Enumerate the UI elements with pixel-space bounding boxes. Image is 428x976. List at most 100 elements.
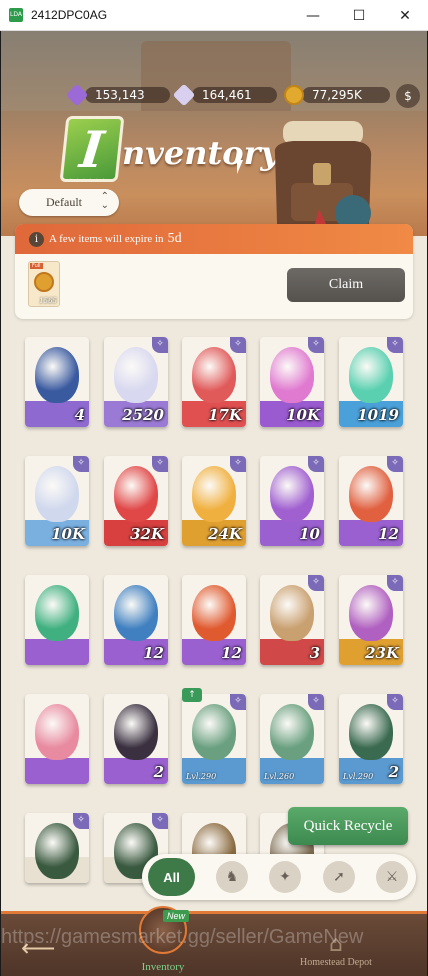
faction-badge-icon: ✧ (73, 456, 89, 472)
hero-portrait-pink-icon (35, 704, 79, 760)
full-tag: Full (30, 263, 43, 269)
item-count: 12 (143, 644, 164, 662)
red-potion-icon (114, 466, 158, 522)
money-bag-icon[interactable]: $ (396, 84, 420, 108)
card-rarity-base (25, 639, 89, 665)
item-count: 10 (299, 525, 320, 543)
faction-badge-icon: ✧ (152, 456, 168, 472)
title-badge: I (59, 116, 125, 182)
purple-emblem-icon (270, 466, 314, 522)
close-button[interactable]: ✕ (382, 0, 428, 31)
item-scroll[interactable]: ✧ 3 (260, 575, 324, 665)
boots-1-icon (192, 704, 236, 760)
item-red-crystal[interactable]: ✧ 17K (182, 337, 246, 427)
item-yellow-potion[interactable]: ✧ 24K (182, 456, 246, 546)
tea-cup-icon (35, 347, 79, 403)
faction-badge-icon: ✧ (152, 813, 168, 829)
new-badge: New (163, 910, 190, 922)
sort-dropdown[interactable]: Default ⌃ ⌄ (19, 189, 119, 216)
quick-recycle-button[interactable]: Quick Recycle (288, 807, 408, 845)
card-rarity-base (25, 758, 89, 784)
item-boots-1[interactable]: ✧ Lvl.290 (182, 694, 246, 784)
info-icon[interactable]: i (29, 231, 44, 247)
flame-emblem-icon (192, 585, 236, 641)
item-purple-emblem[interactable]: ✧ 10 (260, 456, 324, 546)
sword-icon[interactable]: ⚔ (376, 861, 408, 893)
item-red-potion[interactable]: ✧ 32K (104, 456, 168, 546)
page-title: nventory (122, 134, 280, 172)
item-green-crystal[interactable]: ✧ 1019 (339, 337, 403, 427)
boots-2-icon (270, 704, 314, 760)
item-fire-emblem[interactable]: ✧ 12 (339, 456, 403, 546)
item-count: 10K (51, 525, 85, 543)
faction-badge-icon: ✧ (387, 694, 403, 710)
blue-emblem-icon (114, 585, 158, 641)
purple-crystal-icon (65, 83, 89, 107)
currency-value: 153,143 (95, 88, 145, 102)
item-cloak-2[interactable]: ✧ (25, 813, 89, 883)
diamond-icon (172, 83, 196, 107)
faction-badge-icon: ✧ (387, 456, 403, 472)
item-pink-crystal[interactable]: ✧ 10K (260, 337, 324, 427)
cloak-2-icon (35, 823, 79, 879)
title-letter: I (77, 119, 107, 179)
gold-coin-icon (284, 85, 304, 105)
horse-icon[interactable]: ♞ (216, 861, 248, 893)
item-count: 12 (221, 644, 242, 662)
currency-value: 164,461 (202, 88, 252, 102)
faction-badge-icon: ✧ (152, 337, 168, 353)
item-purple-potion[interactable]: ✧ 23K (339, 575, 403, 665)
star-compass-icon[interactable]: ✦ (269, 861, 301, 893)
faction-badge-icon: ✧ (387, 575, 403, 591)
expiring-item-count: 1565 (39, 297, 57, 305)
item-count: 1019 (357, 406, 399, 424)
expiring-item[interactable]: Full 1565 (28, 261, 60, 307)
faction-badge-icon: ✧ (230, 337, 246, 353)
item-count: 17K (208, 406, 242, 424)
currency-gold: 77,295K (284, 85, 392, 105)
item-tea-cup[interactable]: 4 (25, 337, 89, 427)
currency-value: 77,295K (312, 88, 362, 102)
faction-badge-icon: ✧ (387, 337, 403, 353)
faction-badge-icon: ✧ (308, 694, 324, 710)
cloak-icon (349, 704, 393, 760)
title-dots: •••••• (69, 177, 109, 184)
item-flame-emblem[interactable]: 12 (182, 575, 246, 665)
item-cloak[interactable]: ✧ 2 Lvl.290 (339, 694, 403, 784)
compass-icon[interactable]: ➚ (323, 861, 355, 893)
item-hero-portrait-dark[interactable]: 2 (104, 694, 168, 784)
item-white-crystal[interactable]: ✧ 2520 (104, 337, 168, 427)
item-white-potion[interactable]: ✧ 10K (25, 456, 89, 546)
item-count: 23K (365, 644, 399, 662)
expire-banner: i A few items will expire in 5d (15, 224, 413, 254)
nav-depot-label: Homestead Depot (300, 957, 372, 968)
faction-badge-icon: ✧ (308, 337, 324, 353)
white-crystal-icon (114, 347, 158, 403)
item-count: 32K (130, 525, 164, 543)
minimize-button[interactable]: — (290, 0, 336, 31)
item-count: 4 (74, 406, 85, 424)
item-green-emblem[interactable] (25, 575, 89, 665)
currency-purple: 153,143 (65, 83, 172, 107)
item-boots-2[interactable]: ✧ Lvl.260 (260, 694, 324, 784)
game-viewport: 153,143 164,461 77,295K $ I •••••• nvent… (1, 31, 427, 976)
filter-all-tab[interactable]: All (148, 858, 195, 896)
yellow-potion-icon (192, 466, 236, 522)
expire-panel: i A few items will expire in 5d Full 156… (15, 224, 413, 319)
white-potion-icon (35, 466, 79, 522)
watermark: https://gamesmarket.gg/seller/GameNew (1, 926, 364, 948)
scroll-icon (270, 585, 314, 641)
item-count: 2 (153, 763, 164, 781)
item-hero-portrait-pink[interactable] (25, 694, 89, 784)
item-count: 2 (388, 763, 399, 781)
red-crystal-icon (192, 347, 236, 403)
item-count: 24K (208, 525, 242, 543)
nav-inventory-label: Inventory (141, 961, 185, 973)
item-blue-emblem[interactable]: 12 (104, 575, 168, 665)
item-count: 12 (378, 525, 399, 543)
faction-badge-icon: ✧ (308, 456, 324, 472)
maximize-button[interactable]: ☐ (336, 0, 382, 31)
filter-bar: All ♞ ✦ ➚ ⚔ (142, 854, 416, 900)
claim-button[interactable]: Claim (287, 268, 405, 302)
faction-badge-icon: ✧ (73, 813, 89, 829)
